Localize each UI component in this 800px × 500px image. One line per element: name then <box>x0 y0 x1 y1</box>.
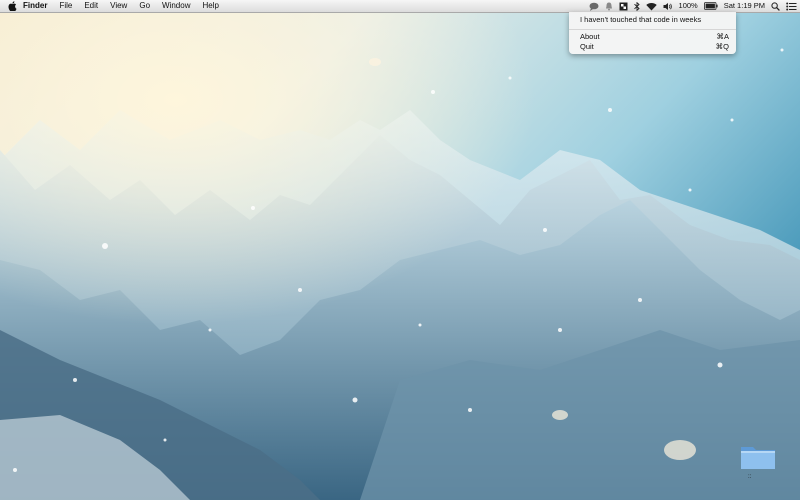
menu-view[interactable]: View <box>104 0 133 12</box>
menu-item-quit[interactable]: Quit ⌘Q <box>580 42 729 52</box>
status-item-menu: I haven't touched that code in weeks Abo… <box>569 12 736 54</box>
speech-bubble-icon[interactable] <box>586 0 602 12</box>
menu-edit[interactable]: Edit <box>78 0 104 12</box>
battery-percent[interactable]: 100% <box>676 0 701 12</box>
menu-item-about[interactable]: About ⌘A <box>580 32 729 42</box>
menu-file[interactable]: File <box>53 0 78 12</box>
menu-item-quit-label: Quit <box>580 42 594 51</box>
wallpaper <box>0 0 800 500</box>
desktop[interactable]: :: <box>0 0 800 500</box>
menu-item-quit-shortcut: ⌘Q <box>715 42 729 51</box>
folder-caption: :: <box>748 474 752 480</box>
notification-bell-icon[interactable] <box>602 0 616 12</box>
wifi-icon[interactable] <box>643 0 660 12</box>
menu-go[interactable]: Go <box>133 0 156 12</box>
menubar-clock[interactable]: Sat 1:19 PM <box>721 0 768 12</box>
menu-window[interactable]: Window <box>156 0 196 12</box>
menu-item-about-label: About <box>580 32 600 41</box>
menu-item-about-shortcut: ⌘A <box>716 32 729 41</box>
volume-icon[interactable] <box>660 0 676 12</box>
apple-logo-icon[interactable] <box>5 0 19 12</box>
app-status-icon[interactable] <box>616 0 631 12</box>
folder-icon <box>741 447 775 469</box>
desktop-folder[interactable] <box>739 441 777 471</box>
list-icon[interactable] <box>783 0 800 12</box>
bluetooth-icon[interactable] <box>631 0 643 12</box>
menu-help[interactable]: Help <box>196 0 224 12</box>
menu-finder[interactable]: Finder <box>19 0 53 12</box>
menu-separator <box>569 29 736 30</box>
battery-icon[interactable] <box>701 0 721 12</box>
menu-header-text: I haven't touched that code in weeks <box>580 15 702 24</box>
search-icon[interactable] <box>768 0 783 12</box>
